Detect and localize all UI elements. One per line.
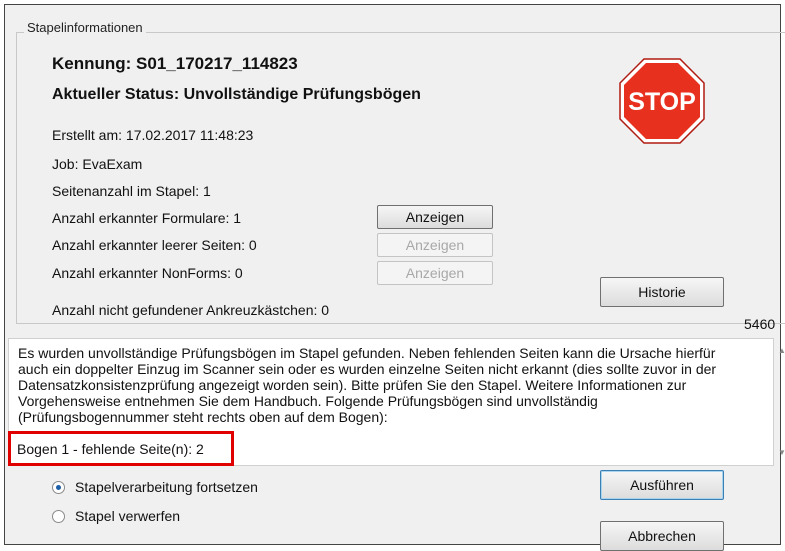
stop-sign-text: STOP — [628, 88, 696, 116]
verwerfen-radio[interactable] — [52, 510, 65, 523]
formulare-count-label: Anzahl erkannter Formulare: 1 — [52, 210, 242, 226]
group-title: Stapelinformationen — [24, 20, 146, 35]
ausfuehren-button[interactable]: Ausführen — [600, 470, 724, 500]
message-scrollbar[interactable]: ▲ ▼ — [776, 338, 785, 466]
anzeigen-leere-seiten-button[interactable]: Anzeigen — [377, 233, 493, 257]
anzeigen-formulare-button[interactable]: Anzeigen — [377, 205, 493, 229]
fortsetzen-radio[interactable] — [52, 481, 65, 494]
verwerfen-label[interactable]: Stapel verwerfen — [75, 508, 180, 524]
stop-sign-icon: STOP — [619, 58, 705, 144]
nonforms-count-label: Anzahl erkannter NonForms: 0 — [52, 265, 243, 281]
status-label: Aktueller Status: Unvollständige Prüfung… — [52, 86, 421, 103]
historie-button[interactable]: Historie — [600, 277, 724, 307]
scroll-up-icon[interactable]: ▲ — [778, 346, 785, 355]
kennung-label: Kennung: S01_170217_114823 — [52, 54, 298, 73]
erstellt-label: Erstellt am: 17.02.2017 11:48:23 — [52, 127, 254, 143]
abbrechen-button[interactable]: Abbrechen — [600, 521, 724, 551]
leere-seiten-count-label: Anzahl erkannter leerer Seiten: 0 — [52, 237, 257, 253]
message-text: Es wurden unvollständige Prüfungsbögen i… — [18, 345, 717, 425]
fortsetzen-label[interactable]: Stapelverarbeitung fortsetzen — [75, 479, 258, 495]
seitenanzahl-label: Seitenanzahl im Stapel: 1 — [52, 183, 211, 199]
anzeigen-nonforms-button[interactable]: Anzeigen — [377, 261, 493, 285]
ankreuz-count-label: Anzahl nicht gefundener Ankreuzkästchen:… — [52, 302, 330, 318]
bogen-status-text: Bogen 1 - fehlende Seite(n): 2 — [17, 441, 204, 457]
scroll-down-icon[interactable]: ▼ — [778, 448, 785, 457]
count-value: 5460 — [744, 316, 776, 332]
job-label: Job: EvaExam — [52, 156, 143, 172]
